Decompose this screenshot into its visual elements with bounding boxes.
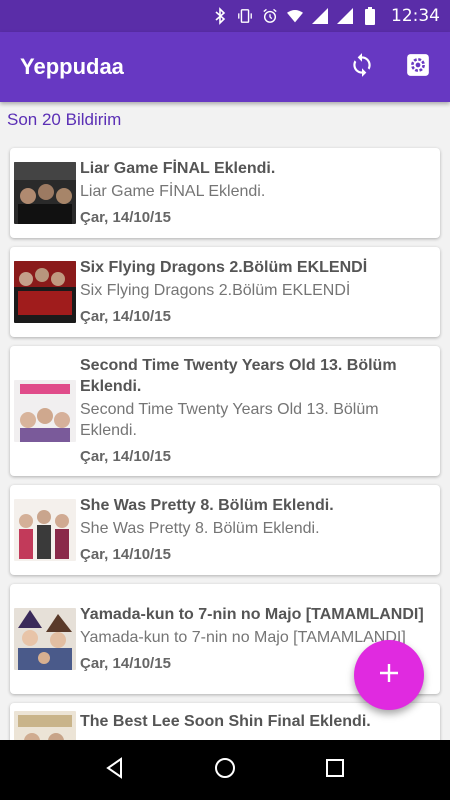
signal-icon xyxy=(337,7,353,25)
card-title: Yamada-kun to 7-nin no Majo [TAMAMLANDI] xyxy=(80,606,424,623)
card-body: The Best Lee Soon Shin Final Eklendi. xyxy=(80,711,434,738)
notification-card[interactable]: She Was Pretty 8. Bölüm Eklendi. She Was… xyxy=(10,485,440,575)
home-button[interactable] xyxy=(201,746,249,794)
refresh-icon xyxy=(349,52,375,83)
plus-icon xyxy=(378,662,400,689)
thumbnail-image xyxy=(14,380,76,442)
card-date: Çar, 14/10/15 xyxy=(80,308,171,325)
card-title: Second Time Twenty Years Old 13. Bölüm E… xyxy=(80,357,397,395)
card-title: Six Flying Dragons 2.Bölüm EKLENDİ xyxy=(80,259,368,276)
recents-icon xyxy=(324,757,346,784)
back-button[interactable] xyxy=(91,746,139,794)
home-icon xyxy=(213,756,237,785)
card-body: Six Flying Dragons 2.Bölüm EKLENDİ Six F… xyxy=(80,257,434,327)
alarm-icon xyxy=(262,7,278,25)
vibrate-icon xyxy=(237,7,253,25)
thumbnail-image xyxy=(14,499,76,561)
wifi-icon xyxy=(287,7,303,25)
card-subtitle: Second Time Twenty Years Old 13. Bölüm E… xyxy=(80,401,379,439)
card-subtitle: Six Flying Dragons 2.Bölüm EKLENDİ xyxy=(80,282,351,299)
signal-icon xyxy=(312,7,328,25)
card-title: She Was Pretty 8. Bölüm Eklendi. xyxy=(80,497,334,514)
card-body: Liar Game FİNAL Eklendi. Liar Game FİNAL… xyxy=(80,158,434,228)
refresh-button[interactable] xyxy=(338,43,386,91)
back-icon xyxy=(103,756,127,785)
notification-card[interactable]: Six Flying Dragons 2.Bölüm EKLENDİ Six F… xyxy=(10,247,440,337)
bluetooth-icon xyxy=(212,7,228,25)
notification-card[interactable]: Liar Game FİNAL Eklendi. Liar Game FİNAL… xyxy=(10,148,440,238)
navigation-bar xyxy=(0,740,450,800)
battery-icon xyxy=(362,7,378,25)
card-date: Çar, 14/10/15 xyxy=(80,448,171,465)
add-button[interactable] xyxy=(354,640,424,710)
section-title: Son 20 Bildirim xyxy=(7,110,122,129)
thumbnail-image xyxy=(14,162,76,224)
card-date: Çar, 14/10/15 xyxy=(80,209,171,226)
settings-button[interactable] xyxy=(394,43,442,91)
card-subtitle: She Was Pretty 8. Bölüm Eklendi. xyxy=(80,520,320,537)
card-body: She Was Pretty 8. Bölüm Eklendi. She Was… xyxy=(80,495,434,565)
notification-card[interactable]: Second Time Twenty Years Old 13. Bölüm E… xyxy=(10,346,440,476)
card-title: The Best Lee Soon Shin Final Eklendi. xyxy=(80,713,371,730)
card-body: Second Time Twenty Years Old 13. Bölüm E… xyxy=(80,355,434,467)
card-title: Liar Game FİNAL Eklendi. xyxy=(80,160,276,177)
settings-icon xyxy=(405,52,431,83)
recents-button[interactable] xyxy=(311,746,359,794)
app-bar: Yeppudaa xyxy=(0,32,450,102)
clock: 12:34 xyxy=(391,6,440,26)
status-bar: 12:34 xyxy=(0,0,450,32)
thumbnail-image xyxy=(14,261,76,323)
thumbnail-image xyxy=(14,608,76,670)
app-title: Yeppudaa xyxy=(20,54,124,79)
card-date: Çar, 14/10/15 xyxy=(80,546,171,563)
card-subtitle: Liar Game FİNAL Eklendi. xyxy=(80,183,266,200)
